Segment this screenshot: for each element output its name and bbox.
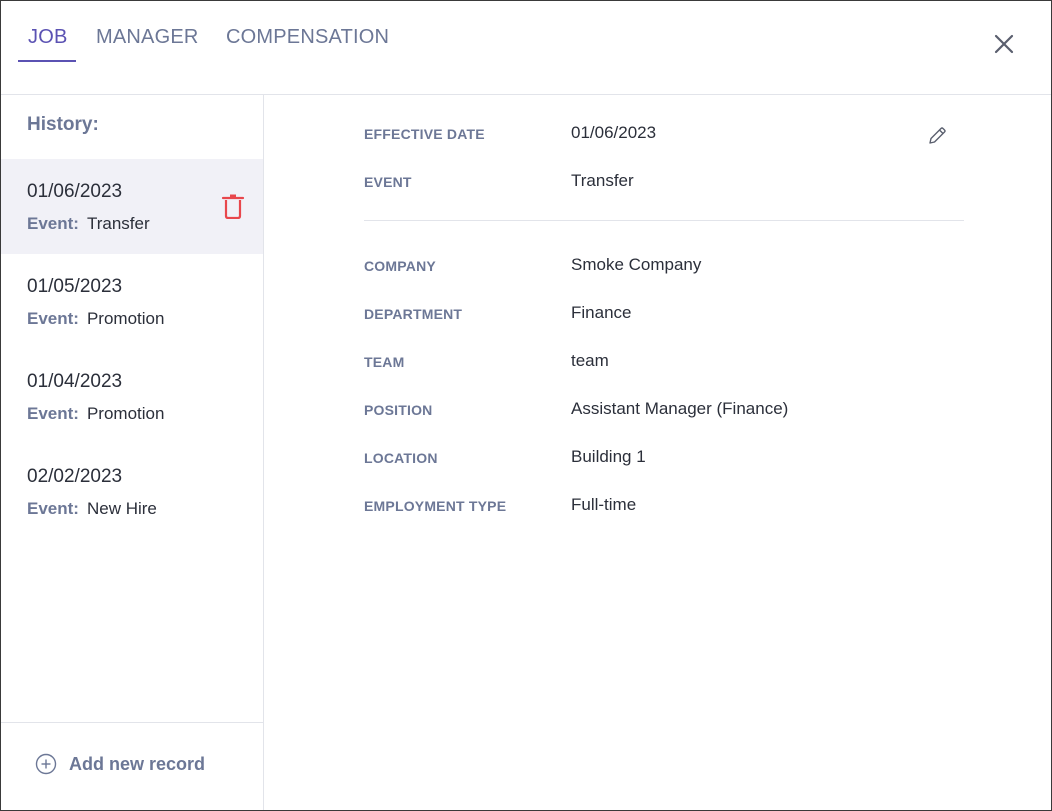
location-value: Building 1 [571, 447, 646, 466]
history-title: History: [27, 114, 99, 135]
add-new-record-button[interactable]: Add new record [35, 753, 205, 775]
team-label: TEAM [364, 354, 405, 370]
event-value: Transfer [571, 171, 634, 190]
event-label: EVENT [364, 174, 412, 190]
sidebar-footer: Add new record [1, 722, 263, 810]
history-item-date: 01/06/2023 [27, 181, 123, 202]
history-item-date: 01/05/2023 [27, 276, 123, 297]
employment-type-label: EMPLOYMENT TYPE [364, 498, 507, 514]
add-new-record-label: Add new record [69, 753, 206, 774]
history-item-event-label: Event: [27, 214, 79, 233]
position-value: Assistant Manager (Finance) [571, 399, 789, 418]
history-item[interactable]: 01/06/2023 Event: Transfer [1, 159, 263, 254]
department-label: DEPARTMENT [364, 306, 463, 322]
employment-type-value: Full-time [571, 495, 637, 514]
history-item-event: Event: Promotion [27, 404, 164, 424]
effective-date-label: EFFECTIVE DATE [364, 126, 485, 142]
section-divider [364, 220, 964, 221]
history-item-event-value: Transfer [86, 214, 150, 233]
history-item-event-value: Promotion [86, 404, 165, 423]
close-button[interactable] [989, 29, 1019, 59]
history-item-event: Event: Promotion [27, 309, 164, 329]
location-label: LOCATION [364, 450, 438, 466]
company-label: COMPANY [364, 258, 436, 274]
department-value: Finance [571, 303, 632, 322]
tab-job[interactable]: JOB [28, 25, 68, 49]
plus-circle-icon [35, 753, 57, 775]
job-history-dialog: JOB MANAGER COMPENSATION History: 01/06/… [0, 0, 1052, 811]
tab-compensation[interactable]: COMPENSATION [226, 25, 389, 49]
history-item-event-value: New Hire [86, 499, 157, 518]
team-value: team [571, 351, 609, 370]
history-sidebar: History: 01/06/2023 Event: Transfer 01/05… [1, 94, 264, 810]
history-item-event-label: Event: [27, 309, 79, 328]
history-item-date: 02/02/2023 [27, 466, 123, 487]
active-tab-indicator [18, 60, 76, 62]
company-value: Smoke Company [571, 255, 702, 274]
history-item[interactable]: 01/05/2023 Event: Promotion [1, 254, 263, 349]
history-item[interactable]: 01/04/2023 Event: Promotion [1, 349, 263, 444]
dialog-header: JOB MANAGER COMPENSATION [1, 1, 1051, 95]
history-item-event-label: Event: [27, 404, 79, 423]
delete-record-button[interactable] [221, 193, 245, 220]
history-item[interactable]: 02/02/2023 Event: New Hire [1, 444, 263, 539]
history-item-date: 01/04/2023 [27, 371, 123, 392]
edit-button[interactable] [926, 125, 948, 147]
history-item-event-label: Event: [27, 499, 79, 518]
history-item-event: Event: New Hire [27, 499, 157, 519]
history-item-event: Event: Transfer [27, 214, 150, 234]
trash-icon [221, 194, 245, 220]
history-item-event-value: Promotion [86, 309, 165, 328]
effective-date-value: 01/06/2023 [571, 123, 657, 142]
pencil-icon [929, 127, 946, 144]
close-icon [994, 34, 1014, 54]
position-label: POSITION [364, 402, 433, 418]
tab-manager[interactable]: MANAGER [96, 25, 199, 49]
